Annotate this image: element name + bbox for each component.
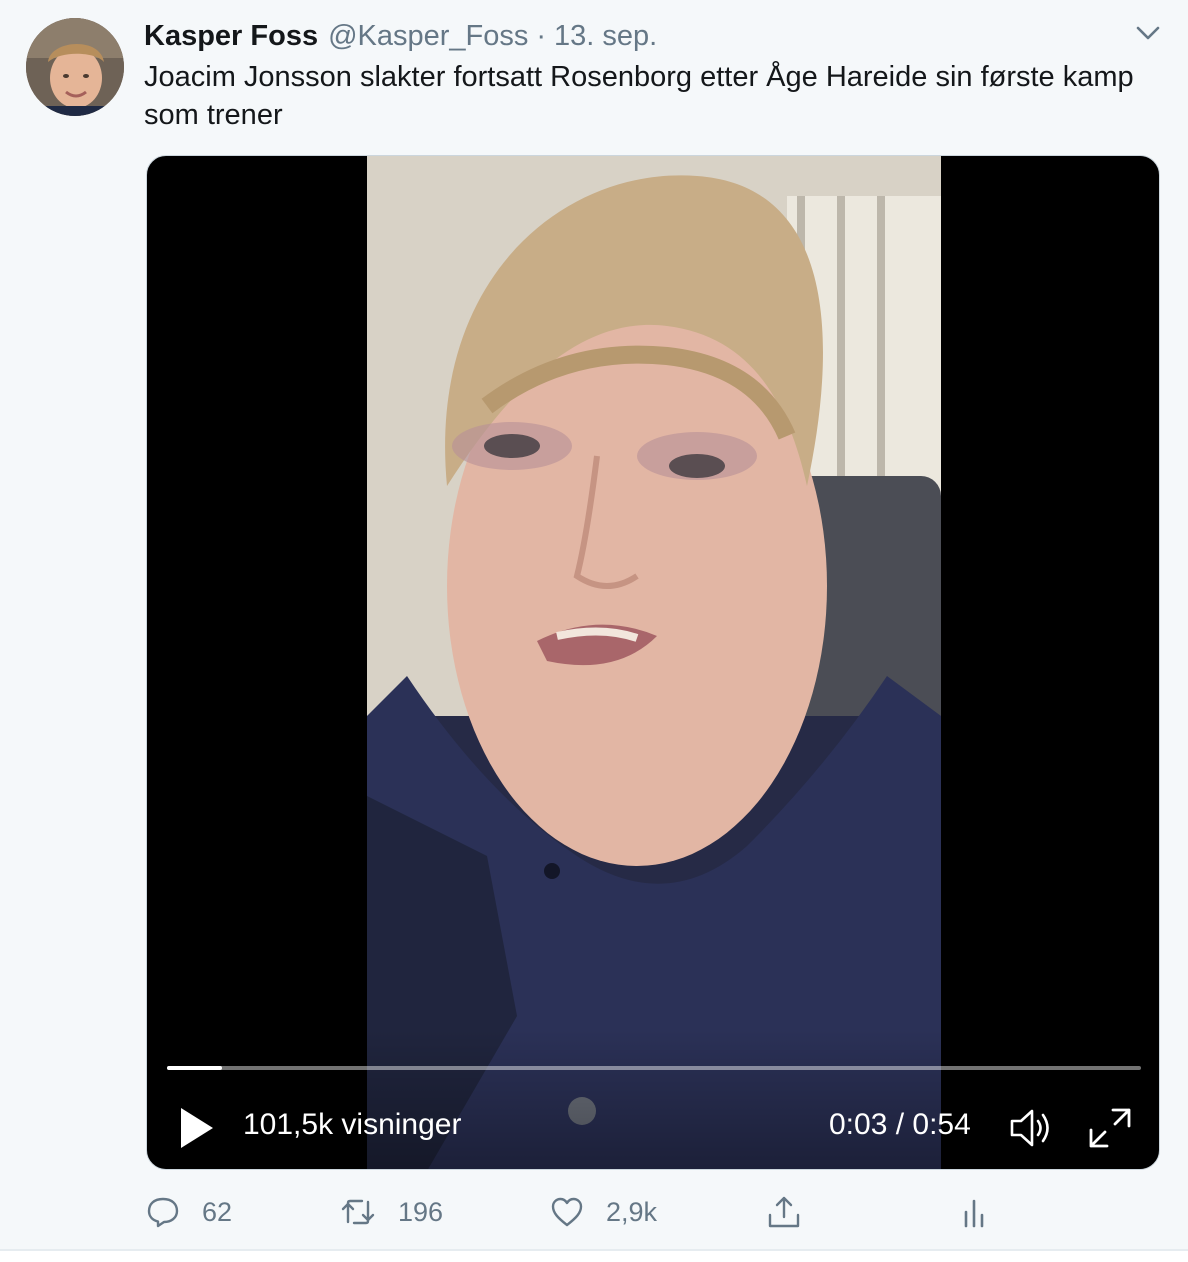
- share-icon: [768, 1196, 800, 1228]
- tweet-header: Kasper Foss @Kasper_Foss · 13. sep.: [144, 18, 657, 54]
- avatar-image: [26, 18, 124, 116]
- header-separator: ·: [536, 19, 547, 52]
- heart-icon: [551, 1197, 583, 1227]
- avatar[interactable]: [26, 18, 124, 116]
- play-icon[interactable]: [177, 1106, 217, 1150]
- chevron-down-icon[interactable]: [1134, 22, 1162, 44]
- retweet-button[interactable]: 196: [340, 1190, 443, 1234]
- fullscreen-icon[interactable]: [1087, 1106, 1133, 1150]
- video-progress-bar[interactable]: [167, 1066, 1141, 1070]
- tweet-actions: 62 196 2,9k: [0, 1190, 1188, 1234]
- reply-count: 62: [202, 1196, 233, 1227]
- author-handle[interactable]: @Kasper_Foss: [328, 20, 528, 53]
- controls-overlay: [147, 1029, 1159, 1169]
- video-frame[interactable]: [367, 156, 941, 1169]
- tweet-date[interactable]: 13. sep.: [554, 20, 657, 53]
- like-count: 2,9k: [606, 1196, 658, 1227]
- video-player[interactable]: 101,5k visninger 0:03 / 0:54: [146, 155, 1160, 1170]
- reply-icon: [147, 1197, 179, 1228]
- share-button[interactable]: [766, 1190, 802, 1234]
- analytics-button[interactable]: [960, 1190, 990, 1234]
- like-button[interactable]: 2,9k: [550, 1190, 657, 1234]
- retweet-count: 196: [398, 1196, 444, 1227]
- author-name[interactable]: Kasper Foss: [144, 20, 318, 53]
- reply-button[interactable]: 62: [146, 1190, 232, 1234]
- analytics-icon: [964, 1199, 984, 1228]
- video-progress-fill: [167, 1066, 222, 1070]
- retweet-icon: [341, 1199, 375, 1225]
- tweet: Kasper Foss @Kasper_Foss · 13. sep. Joac…: [0, 0, 1188, 1250]
- tweet-text: Joacim Jonsson slakter fortsatt Rosenbor…: [144, 61, 1134, 131]
- volume-icon[interactable]: [1009, 1106, 1055, 1150]
- page-footer-strip: [0, 1251, 1188, 1262]
- video-time: 0:03 / 0:54: [829, 1108, 971, 1141]
- view-count: 101,5k visninger: [243, 1108, 462, 1141]
